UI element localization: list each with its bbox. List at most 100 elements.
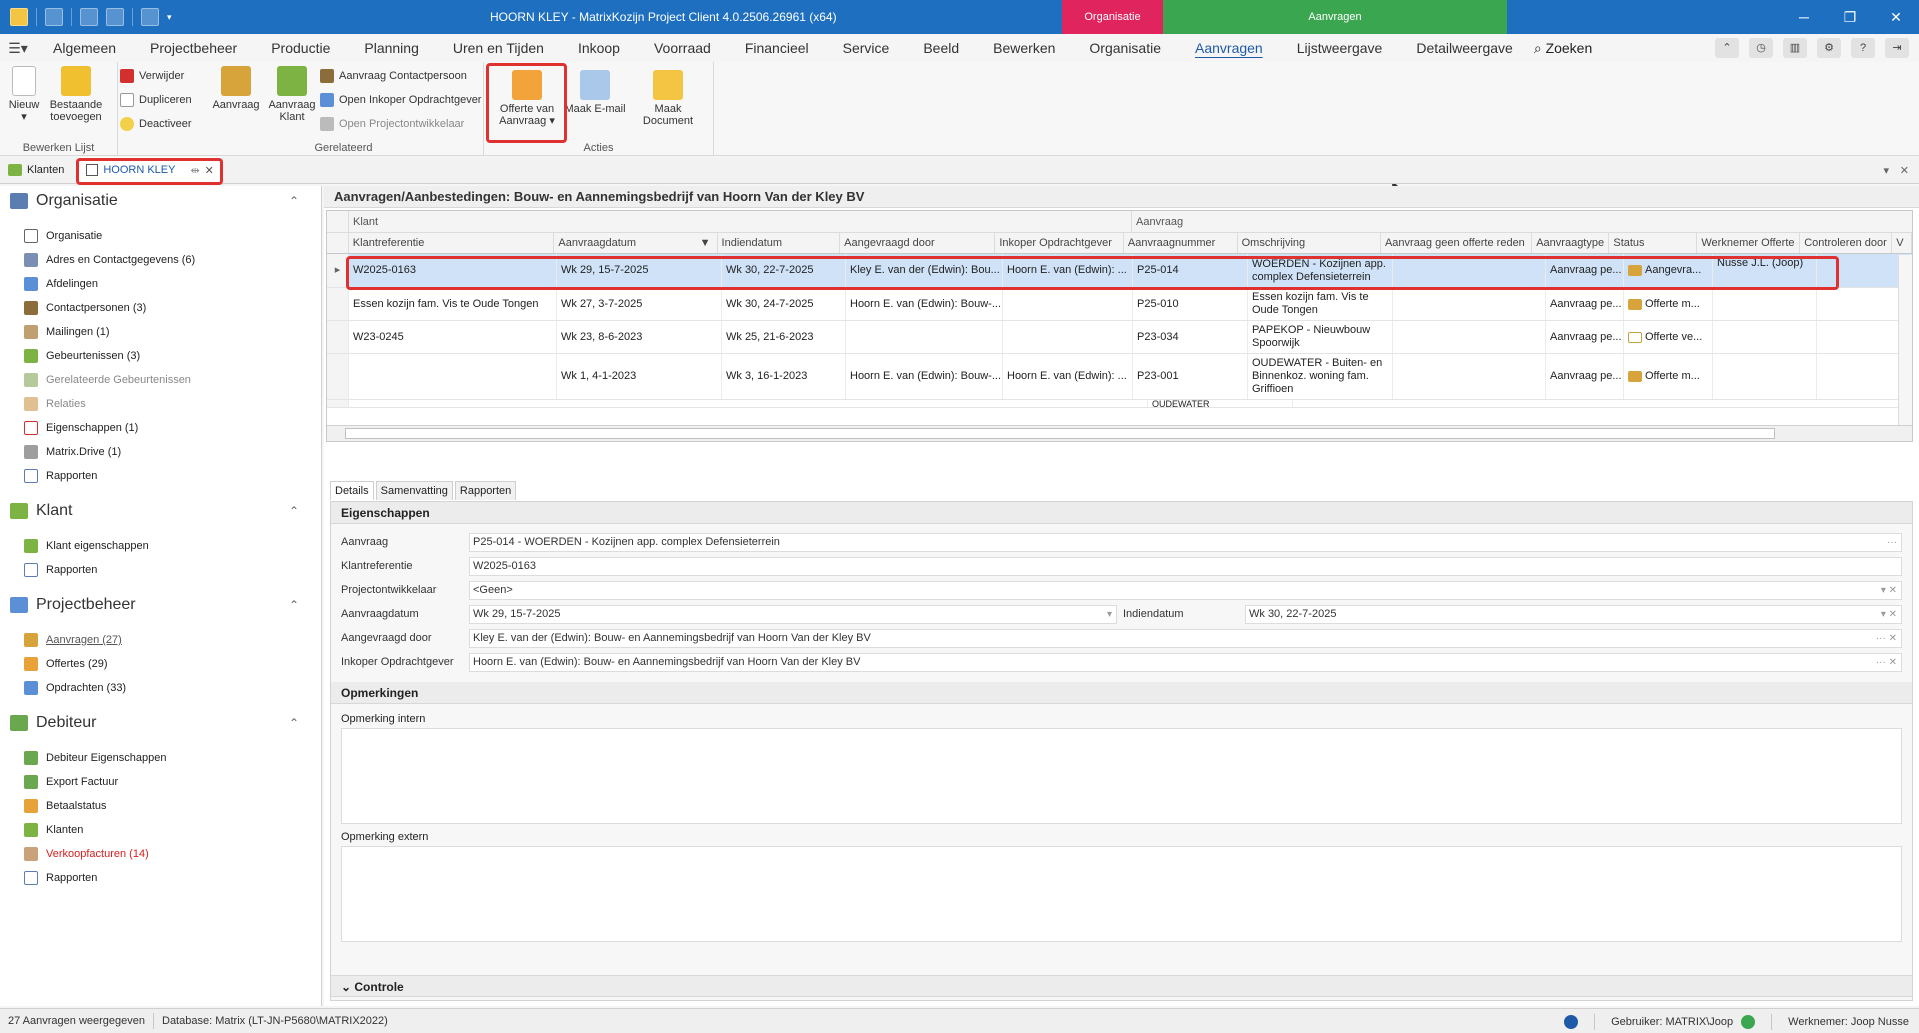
deactiveer-button[interactable]: Deactiveer [120,117,192,131]
nav-item-verkoopfacturen[interactable]: Verkoopfacturen (14) [10,842,311,866]
grid-vertical-scrollbar[interactable] [1898,255,1912,425]
tab-voorraad[interactable]: Voorraad [637,34,728,62]
dupliceren-button[interactable]: Dupliceren [120,93,192,107]
col-inkoper-opdrachtgever[interactable]: Inkoper Opdrachtgever [995,233,1124,253]
nav-item-gebeurtenissen[interactable]: Gebeurtenissen (3) [10,344,311,368]
chart-icon[interactable]: ▥ [1783,38,1807,58]
doctab-klanten[interactable]: Klanten [0,157,72,184]
table-row[interactable]: Essen kozijn fam. Vis te Oude Tongen Wk … [327,288,1912,321]
aanvraag-klant-button[interactable]: Aanvraag Klant [264,66,320,123]
section-controle[interactable]: ⌄ Controle [331,975,1912,997]
col-aanvraagtype[interactable]: Aanvraagtype [1532,233,1610,253]
col-klantreferentie[interactable]: Klantreferentie [349,233,555,253]
nav-item-offertes[interactable]: Offertes (29) [10,652,311,676]
aanvraag-button[interactable]: Aanvraag [208,66,264,111]
nav-item-organisatie[interactable]: Organisatie [10,224,311,248]
tab-details[interactable]: Details [330,481,374,500]
save-icon[interactable] [80,8,98,26]
col-aanvraagnummer[interactable]: Aanvraagnummer [1124,233,1238,253]
dropdown-clear-icon[interactable]: ▾ ✕ [1881,582,1897,599]
table-row[interactable]: W23-0245 Wk 23, 8-6-2023 Wk 25, 21-6-202… [327,321,1912,354]
nav-header-debiteur[interactable]: Debiteur ⌃ [10,708,311,738]
nieuw-button[interactable]: Nieuw ▾ [6,66,42,123]
nav-item-betaalstatus[interactable]: Betaalstatus [10,794,311,818]
col-controleren-door[interactable]: Controleren door [1800,233,1893,253]
open-inkoper-button[interactable]: Open Inkoper Opdrachtgever [320,93,481,107]
nav-header-klant[interactable]: Klant ⌃ [10,496,311,526]
tab-planning[interactable]: Planning [347,34,436,62]
nav-item-rapporten[interactable]: Rapporten [10,464,311,488]
col-omschrijving[interactable]: Omschrijving [1238,233,1381,253]
nav-item-mailingen[interactable]: Mailingen (1) [10,320,311,344]
exit-icon[interactable]: ⇥ [1885,38,1909,58]
klantreferentie-field[interactable]: W2025-0163 [469,556,1902,576]
opmerking-intern-textarea[interactable] [341,728,1902,824]
pencil-icon[interactable] [45,8,63,26]
table-row[interactable]: OUDEWATER [327,400,1912,408]
aangevraagd-door-field[interactable]: Kley E. van der (Edwin): Bouw- en Aannem… [469,628,1902,648]
scroll-thumb[interactable] [345,428,1775,439]
info-icon[interactable] [1564,1014,1579,1029]
clock-icon[interactable]: ◷ [1749,38,1773,58]
minimize-button[interactable]: ─ [1781,0,1827,34]
opmerking-extern-textarea[interactable] [341,846,1902,942]
collapse-ribbon-icon[interactable]: ⌃ [1715,38,1739,58]
nav-header-organisatie[interactable]: Organisatie ⌃ [10,186,311,216]
nav-item-klanten[interactable]: Klanten [10,818,311,842]
close-all-icon[interactable]: ✕ [1900,164,1909,177]
col-werknemer-offerte[interactable]: Werknemer Offerte [1697,233,1801,253]
projectontwikkelaar-field[interactable]: <Geen> ▾ ✕ [469,580,1902,600]
open-projectontwikkelaar-button[interactable]: Open Projectontwikkelaar [320,117,464,131]
nav-item-opdrachten[interactable]: Opdrachten (33) [10,676,311,700]
maak-email-button[interactable]: Maak E-mail [564,70,626,115]
tab-beeld[interactable]: Beeld [906,34,976,62]
nav-item-debiteur-rapporten[interactable]: Rapporten [10,866,311,890]
nav-item-adres[interactable]: Adres en Contactgegevens (6) [10,248,311,272]
nav-item-contactpersonen[interactable]: Contactpersonen (3) [10,296,311,320]
maximize-button[interactable]: ❐ [1827,0,1873,34]
table-row[interactable]: Wk 1, 4-1-2023 Wk 3, 16-1-2023 Hoorn E. … [327,354,1912,400]
tab-algemeen[interactable]: Algemeen [36,34,133,62]
col-aanvraagdatum[interactable]: Aanvraagdatum ▼ [554,233,718,253]
col-indiendatum[interactable]: Indiendatum [718,233,841,253]
help-icon[interactable]: ? [1851,38,1875,58]
verwijder-button[interactable]: Verwijder [120,69,184,83]
tab-organisatie[interactable]: Organisatie [1072,34,1178,62]
settings-icon[interactable]: ⚙ [1817,38,1841,58]
bestaande-toevoegen-button[interactable]: Bestaande toevoegen [46,66,106,123]
nav-item-afdelingen[interactable]: Afdelingen [10,272,311,296]
nav-item-klant-eigenschappen[interactable]: Klant eigenschappen [10,534,311,558]
tab-aanvragen[interactable]: Aanvragen [1178,34,1280,62]
close-button[interactable]: ✕ [1873,0,1919,34]
tab-samenvatting[interactable]: Samenvatting [375,481,453,500]
tab-detailweergave[interactable]: Detailweergave [1399,34,1530,62]
aanvraagdatum-field[interactable]: Wk 29, 15-7-2025 ▾ [469,604,1117,624]
tab-list-chevron-icon[interactable]: ▾ [1883,164,1889,177]
dropdown-clear-icon[interactable]: ▾ ✕ [1881,606,1897,623]
tab-service[interactable]: Service [826,34,907,62]
nav-item-gerelateerde-gebeurtenissen[interactable]: Gerelateerde Gebeurtenissen [10,368,311,392]
ellipsis-icon[interactable]: ··· [1887,534,1897,551]
col-geen-offerte-reden[interactable]: Aanvraag geen offerte reden [1381,233,1533,253]
nav-item-debiteur-eigenschappen[interactable]: Debiteur Eigenschappen [10,746,311,770]
col-v[interactable]: V [1892,233,1912,253]
tab-inkoop[interactable]: Inkoop [561,34,637,62]
nav-item-aanvragen[interactable]: Aanvragen (27) [10,628,311,652]
search-button[interactable]: ⌕ Zoeken [1530,40,1592,57]
tab-financieel[interactable]: Financieel [728,34,826,62]
inkoper-field[interactable]: Hoorn E. van (Edwin): Bouw- en Aanneming… [469,652,1902,672]
tab-uren-en-tijden[interactable]: Uren en Tijden [436,34,561,62]
indiendatum-field[interactable]: Wk 30, 22-7-2025 ▾ ✕ [1245,604,1902,624]
nav-item-eigenschappen[interactable]: Eigenschappen (1) [10,416,311,440]
nav-item-relaties[interactable]: Relaties [10,392,311,416]
nav-item-matrix-drive[interactable]: Matrix.Drive (1) [10,440,311,464]
col-status[interactable]: Status [1609,233,1698,253]
tab-bewerken[interactable]: Bewerken [976,34,1072,62]
chevron-down-icon[interactable]: ▾ [1107,606,1112,623]
file-menu-icon[interactable]: ☰▾ [0,40,36,57]
maak-document-button[interactable]: Maak Document [628,70,708,127]
tab-lijstweergave[interactable]: Lijstweergave [1280,34,1400,62]
print-icon[interactable] [106,8,124,26]
nav-item-klant-rapporten[interactable]: Rapporten [10,558,311,582]
ellipsis-clear-icon[interactable]: ··· ✕ [1876,654,1897,671]
